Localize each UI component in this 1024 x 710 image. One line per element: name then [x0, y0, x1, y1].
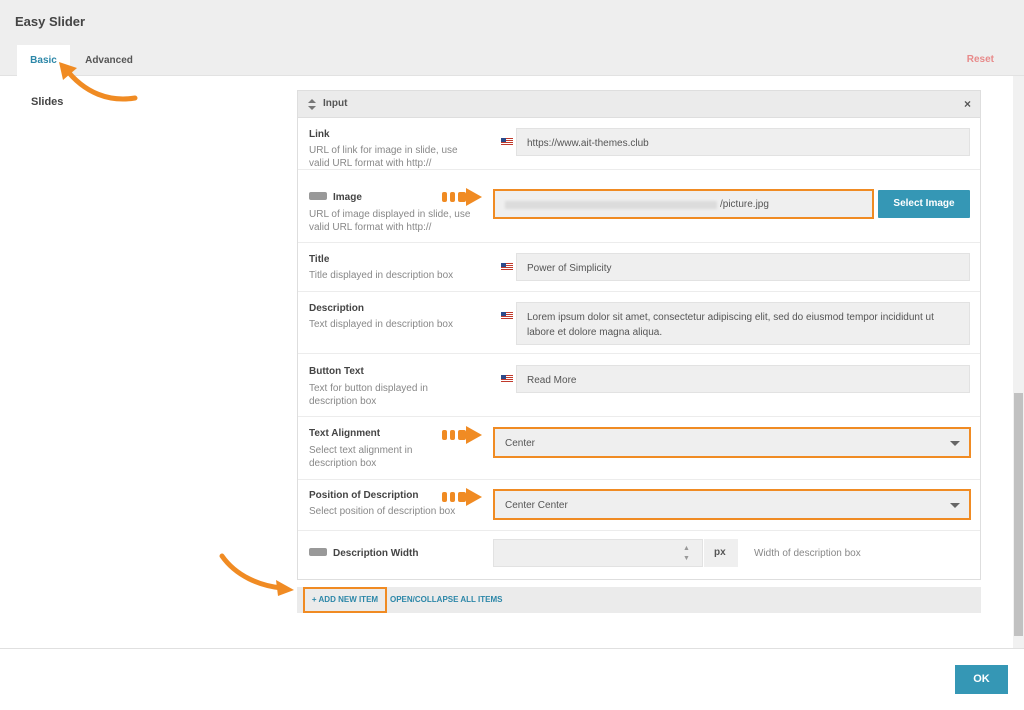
dialog-header: Easy Slider Basic Advanced Reset: [0, 0, 1024, 76]
text-alignment-label: Text Alignment: [309, 428, 381, 439]
less-badge-icon: [309, 548, 327, 557]
annotation-arrow-icon: [442, 488, 482, 506]
close-icon[interactable]: ×: [964, 97, 971, 111]
text-alignment-row: Text Alignment Select text alignment in …: [298, 418, 980, 480]
select-image-button[interactable]: Select Image: [878, 190, 970, 218]
us-flag-icon: [501, 138, 513, 146]
open-collapse-all-link[interactable]: OPEN/COLLAPSE ALL ITEMS: [390, 595, 502, 604]
annotation-arrow-icon: [59, 62, 138, 102]
title-input[interactable]: Power of Simplicity: [516, 253, 970, 281]
image-url-input[interactable]: /picture.jpg: [493, 189, 874, 219]
description-width-row: Description Width ▲ ▼ px Width of descri…: [298, 532, 980, 579]
stepper-down-icon[interactable]: ▼: [683, 554, 690, 563]
dialog-footer: [0, 648, 1024, 710]
image-row: Image URL of image displayed in slide, u…: [298, 171, 980, 243]
title-desc: Title displayed in description box: [309, 270, 454, 281]
description-desc: Text displayed in description box: [309, 319, 453, 330]
description-width-hint: Width of description box: [754, 548, 861, 559]
image-label: Image: [309, 192, 362, 203]
us-flag-icon: [501, 375, 513, 383]
annotation-arrow-icon: [442, 426, 482, 444]
us-flag-icon: [501, 312, 513, 320]
description-width-label-text: Description Width: [333, 548, 419, 559]
position-select[interactable]: Center Center: [493, 489, 971, 520]
us-flag-icon: [501, 263, 513, 271]
description-label: Description: [309, 303, 365, 314]
ok-button[interactable]: OK: [955, 665, 1008, 694]
link-row: Link URL of link for image in slide, use…: [298, 119, 980, 170]
scrollbar-thumb[interactable]: [1014, 393, 1023, 636]
link-desc: URL of link for image in slide, use vali…: [309, 145, 458, 169]
image-label-text: Image: [333, 192, 362, 203]
dialog-title: Easy Slider: [15, 14, 86, 29]
button-text-input-value: Read More: [527, 375, 577, 386]
position-desc: Select position of description box: [309, 506, 456, 517]
image-desc: URL of image displayed in slide, use val…: [309, 209, 471, 233]
image-url-value: /picture.jpg: [720, 199, 769, 210]
description-width-input[interactable]: ▲ ▼: [493, 539, 703, 567]
position-label: Position of Description: [309, 490, 419, 501]
image-url-blurred: [505, 201, 717, 209]
slides-label: Slides: [31, 96, 64, 108]
link-input-value: https://www.ait-themes.club: [527, 138, 649, 149]
text-alignment-desc: Select text alignment in description box: [309, 445, 413, 469]
title-row: Title Title displayed in description box…: [298, 244, 980, 292]
chevron-down-icon: [950, 503, 960, 508]
position-select-value: Center Center: [505, 500, 568, 511]
button-text-desc: Text for button displayed in description…: [309, 383, 428, 407]
button-text-row: Button Text Text for button displayed in…: [298, 355, 980, 417]
px-unit-text: px: [714, 547, 726, 558]
description-width-label: Description Width: [309, 548, 418, 559]
sort-arrows-icon[interactable]: [308, 99, 316, 110]
px-unit: px: [704, 539, 738, 567]
title-input-value: Power of Simplicity: [527, 263, 612, 274]
description-row: Description Text displayed in descriptio…: [298, 293, 980, 354]
chevron-down-icon: [950, 441, 960, 446]
stepper-up-icon[interactable]: ▲: [683, 544, 690, 553]
annotation-arrow-icon: [442, 188, 482, 206]
link-input[interactable]: https://www.ait-themes.club: [516, 128, 970, 156]
items-footer: + ADD NEW ITEM OPEN/COLLAPSE ALL ITEMS: [297, 587, 981, 613]
add-new-item-button[interactable]: + ADD NEW ITEM: [303, 587, 387, 613]
reset-button[interactable]: Reset: [967, 54, 994, 65]
description-textarea-value: Lorem ipsum dolor sit amet, consectetur …: [527, 312, 934, 338]
title-label: Title: [309, 254, 330, 265]
text-alignment-select-value: Center: [505, 438, 536, 449]
panel-header[interactable]: Input ×: [298, 91, 980, 118]
panel-title: Input: [323, 98, 348, 109]
text-alignment-select[interactable]: Center: [493, 427, 971, 458]
button-text-input[interactable]: Read More: [516, 365, 970, 393]
description-textarea[interactable]: Lorem ipsum dolor sit amet, consectetur …: [516, 302, 970, 345]
slide-item-panel: Input × Link URL of link for image in sl…: [297, 90, 981, 580]
less-badge-icon: [309, 192, 327, 201]
button-text-label: Button Text: [309, 366, 364, 377]
annotation-arrow-icon: [219, 553, 294, 596]
position-row: Position of Description Select position …: [298, 481, 980, 531]
link-label: Link: [309, 129, 330, 140]
